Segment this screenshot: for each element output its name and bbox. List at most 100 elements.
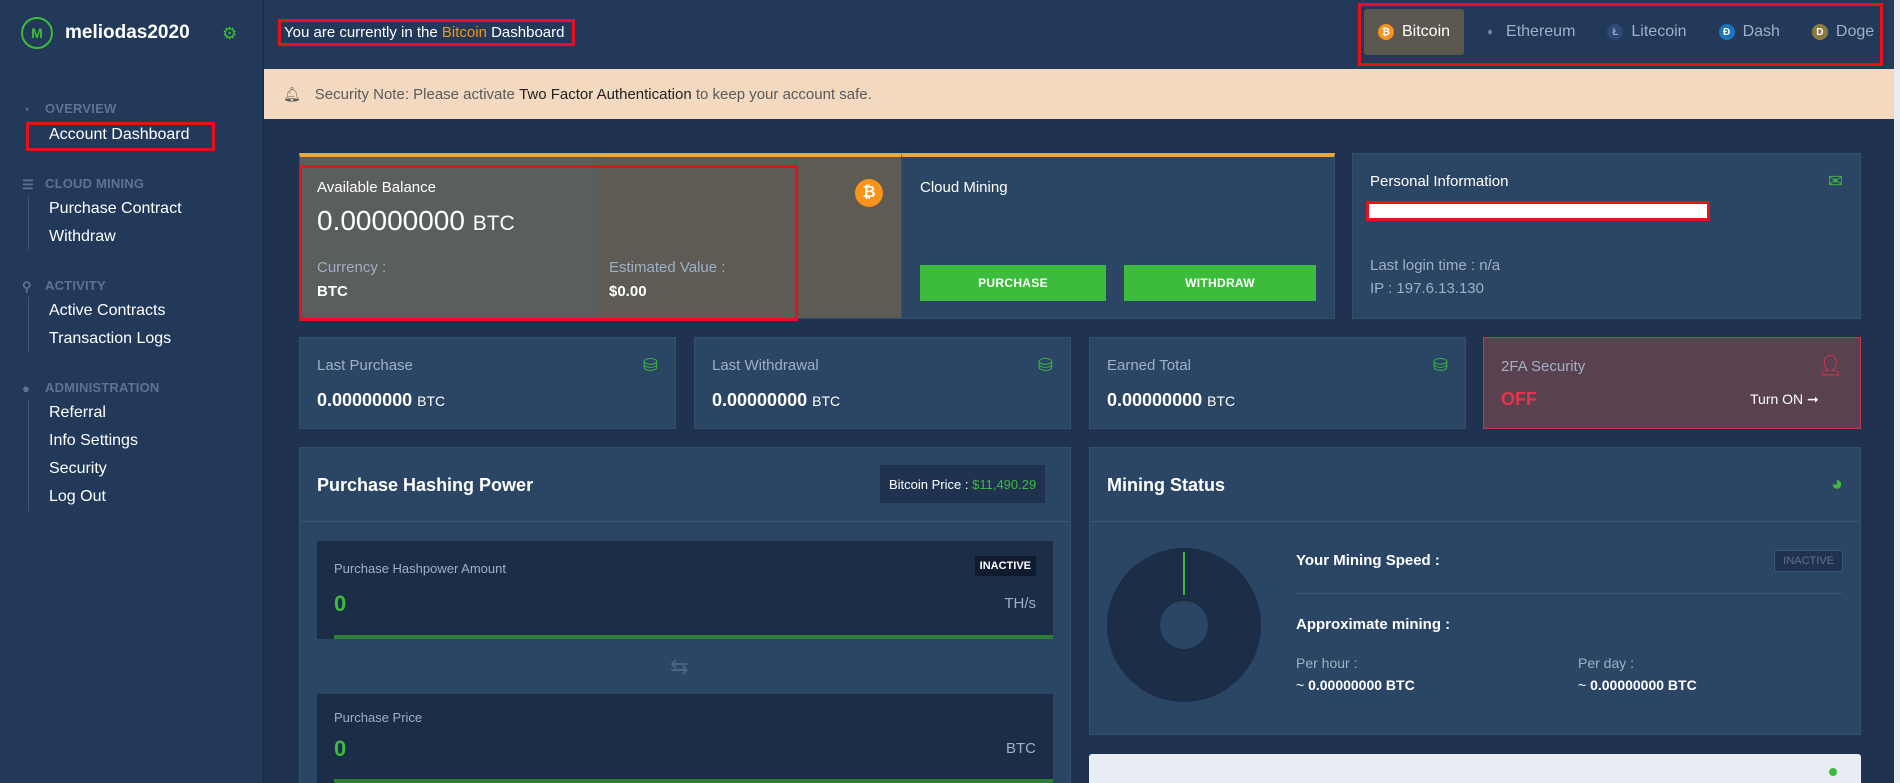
- stat-unit: BTC: [812, 393, 841, 409]
- divider: [300, 521, 1070, 522]
- hashpower-amount-box[interactable]: Purchase Hashpower Amount 0 TH/s INACTIV…: [317, 541, 1053, 639]
- bitcoin-icon: ₿: [855, 179, 883, 207]
- nav-section-activity: ⚲ ACTIVITY: [22, 278, 106, 294]
- sidebar-item-referral[interactable]: Referral: [29, 399, 138, 427]
- hashpower-value: 0: [334, 591, 347, 616]
- mining-inactive-badge: INACTIVE: [1774, 550, 1843, 572]
- amount-slider[interactable]: [334, 635, 1053, 639]
- nav-section-title: ACTIVITY: [45, 278, 106, 293]
- per-day-row: ~ 0.00000000 BTC: [1578, 677, 1697, 693]
- hashpower-label: Purchase Hashpower Amount: [334, 561, 506, 576]
- per-hour-row: ~ 0.00000000 BTC: [1296, 677, 1415, 693]
- brand[interactable]: M meliodas2020: [21, 17, 190, 49]
- nav-section-title: OVERVIEW: [45, 101, 117, 116]
- mining-status-card: Mining Status ◕ Your Mining Speed : INAC…: [1089, 447, 1861, 735]
- brand-logo: M: [21, 17, 53, 49]
- inactive-badge: INACTIVE: [974, 556, 1036, 576]
- gear-icon[interactable]: ⚙: [222, 24, 237, 44]
- bell-icon: 🔔︎: [283, 85, 301, 102]
- hashpower-unit: TH/s: [1004, 595, 1036, 612]
- per-hour-value: 0.00000000 BTC: [1308, 677, 1415, 693]
- per-day-value: 0.00000000 BTC: [1590, 677, 1697, 693]
- nav-group-cloud-mining: Purchase Contract Withdraw: [28, 195, 182, 251]
- personal-info-card: Personal Information ✉ Last login time :…: [1352, 153, 1861, 319]
- cloud-mining-title: Cloud Mining: [920, 179, 1008, 196]
- stat-earned-total: Earned Total 0.00000000 BTC ⛁: [1089, 337, 1466, 429]
- sidebar-item-active-contracts[interactable]: Active Contracts: [29, 297, 171, 325]
- bitcoin-price: Bitcoin Price : $11,490.29: [880, 465, 1046, 503]
- hdd-icon: ⛁: [1432, 355, 1448, 375]
- stat-value-row: 0.00000000 BTC: [1107, 390, 1235, 411]
- highlight-box: [278, 19, 575, 46]
- purchase-price-value: 0: [334, 736, 347, 761]
- user-lock-icon: 👤︎: [1817, 355, 1843, 377]
- last-login: Last login time : n/a: [1370, 257, 1501, 274]
- stat-value-row: 0.00000000 BTC: [317, 390, 445, 411]
- mining-status-title: Mining Status: [1107, 475, 1225, 495]
- mail-icon[interactable]: ✉: [1828, 171, 1843, 192]
- approx-prefix: ~: [1578, 677, 1587, 693]
- notice-suffix: to keep your account safe.: [695, 85, 872, 103]
- sidebar-item-withdraw[interactable]: Withdraw: [29, 223, 182, 251]
- ip-address: IP : 197.6.13.130: [1370, 280, 1484, 297]
- nav-group-activity: Active Contracts Transaction Logs: [28, 297, 171, 353]
- stat-value: 0.00000000: [317, 390, 413, 410]
- approx-prefix: ~: [1296, 677, 1305, 693]
- divider: [1296, 593, 1842, 594]
- highlight-box: [1358, 3, 1883, 66]
- per-hour-label: Per hour :: [1296, 655, 1358, 671]
- approx-label: Approximate mining :: [1296, 616, 1451, 633]
- mining-gauge: [1107, 548, 1261, 702]
- withdraw-button[interactable]: WITHDRAW: [1124, 265, 1316, 301]
- per-day-label: Per day :: [1578, 655, 1635, 671]
- price-label: Bitcoin Price :: [889, 476, 969, 492]
- nav-section-title: ADMINISTRATION: [45, 380, 160, 395]
- stat-title: Earned Total: [1107, 357, 1191, 374]
- sidebar-item-purchase-contract[interactable]: Purchase Contract: [29, 195, 182, 223]
- sidebar-item-transaction-logs[interactable]: Transaction Logs: [29, 325, 171, 353]
- hdd-icon: ⛁: [1037, 355, 1053, 375]
- nav-section-cloud-mining: ☰ CLOUD MINING: [22, 176, 145, 192]
- server-icon: ☰: [22, 176, 34, 192]
- twofa-card: 2FA Security OFF Turn ON ➞ 👤︎: [1483, 337, 1861, 429]
- dashboard-icon: ◔: [22, 101, 31, 117]
- swap-icon[interactable]: ⇆: [670, 654, 688, 680]
- sidebar-item-info-settings[interactable]: Info Settings: [29, 427, 138, 455]
- stat-unit: BTC: [417, 393, 446, 409]
- notice-prefix: Security Note: Please activate: [314, 85, 515, 103]
- price-slider[interactable]: [334, 779, 1053, 783]
- personal-info-title: Personal Information: [1370, 173, 1509, 190]
- nav-section-administration: ● ADMINISTRATION: [22, 380, 160, 396]
- divider: [1090, 521, 1860, 522]
- two-factor-link[interactable]: Two Factor Authentication: [519, 86, 692, 103]
- stat-last-purchase: Last Purchase 0.00000000 BTC ⛁: [299, 337, 676, 429]
- hdd-icon: ⛁: [642, 355, 658, 375]
- hashing-title: Purchase Hashing Power: [317, 475, 534, 495]
- highlight-box: [299, 165, 798, 321]
- stat-title: Last Purchase: [317, 357, 413, 374]
- stat-value: 0.00000000: [712, 390, 808, 410]
- stat-value: 0.00000000: [1107, 390, 1203, 410]
- twofa-title: 2FA Security: [1501, 358, 1586, 375]
- sidebar-item-log-out[interactable]: Log Out: [29, 483, 138, 511]
- nav-section-overview: ◔ OVERVIEW: [22, 101, 117, 117]
- security-notice: 🔔︎ Security Note: Please activate Two Fa…: [264, 69, 1894, 119]
- nav-section-title: CLOUD MINING: [45, 176, 145, 191]
- nav-group-administration: Referral Info Settings Security Log Out: [28, 399, 138, 511]
- stat-last-withdrawal: Last Withdrawal 0.00000000 BTC ⛁: [694, 337, 1071, 429]
- search-icon: ⚲: [22, 278, 32, 294]
- user-icon: ●: [22, 380, 31, 396]
- scrollbar[interactable]: [1894, 0, 1900, 783]
- price-value: $11,490.29: [972, 476, 1037, 492]
- purchase-button[interactable]: PURCHASE: [920, 265, 1106, 301]
- stat-value-row: 0.00000000 BTC: [712, 390, 840, 411]
- sidebar-item-security[interactable]: Security: [29, 455, 138, 483]
- cloud-mining-card: Cloud Mining PURCHASE WITHDRAW: [901, 153, 1335, 319]
- turn-on-link[interactable]: Turn ON ➞: [1750, 391, 1819, 408]
- speedometer-icon: ◕: [1830, 473, 1843, 495]
- purchase-price-box[interactable]: Purchase Price 0 BTC: [317, 694, 1053, 783]
- stat-unit: BTC: [1207, 393, 1236, 409]
- twofa-status: OFF: [1501, 389, 1537, 409]
- speed-label: Your Mining Speed :: [1296, 552, 1440, 569]
- purchase-price-unit: BTC: [1006, 740, 1036, 757]
